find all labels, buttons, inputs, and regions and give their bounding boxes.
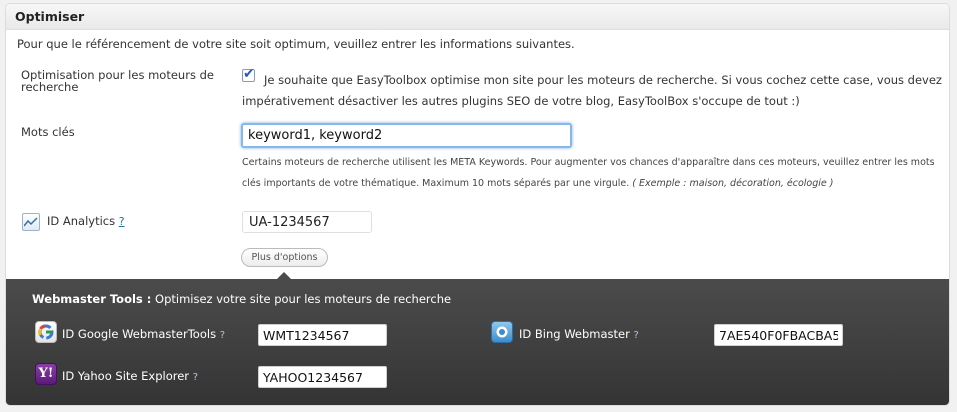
keywords-help: Certains moteurs de recherche utilisent … [242,152,942,194]
yahoo-label-row: ID Yahoo Site Explorer ? [62,369,198,383]
google-webmaster-input[interactable] [258,324,387,346]
more-options-button[interactable]: Plus d'options [241,248,328,267]
bing-label: ID Bing Webmaster [519,327,630,341]
webmaster-title: Webmaster Tools : Optimisez votre site p… [32,292,451,306]
keywords-label: Mots clés [21,125,75,139]
panel-title: Optimiser [6,4,949,30]
yahoo-site-explorer-input[interactable] [258,366,387,388]
google-label-row: ID Google WebmasterTools ? [62,327,225,341]
seo-description: Je souhaite que EasyToolbox optimise mon… [242,73,942,108]
analytics-label: ID Analytics [47,214,116,228]
intro-text: Pour que le référencement de votre site … [17,37,575,51]
bing-label-row: ID Bing Webmaster ? [519,327,639,341]
webmaster-title-bold: Webmaster Tools : [32,292,152,306]
webmaster-title-rest: Optimisez votre site pour les moteurs de… [151,292,452,306]
seo-checkbox[interactable]: ✔ [242,66,255,82]
keywords-example: ( Exemple : maison, décoration, écologie… [632,178,834,189]
bing-webmaster-input[interactable] [714,324,843,346]
bing-help-link[interactable]: ? [634,330,639,341]
analytics-id-input[interactable] [242,211,372,233]
yahoo-label: ID Yahoo Site Explorer [62,369,190,383]
yahoo-help-link[interactable]: ? [193,372,198,383]
google-label: ID Google WebmasterTools [62,327,217,341]
check-icon: ✔ [243,66,255,82]
analytics-label-row: ID Analytics ? [47,215,125,228]
google-help-link[interactable]: ? [220,330,225,341]
webmaster-tools-section: Webmaster Tools : Optimisez votre site p… [6,279,949,405]
bing-icon [491,321,513,343]
chart-line-icon [22,213,40,231]
optimiser-panel: Optimiser Pour que le référencement de v… [5,3,950,406]
analytics-help-link[interactable]: ? [119,215,125,228]
google-icon [35,321,57,343]
keywords-input[interactable] [241,123,572,148]
yahoo-icon: Y! [35,363,57,385]
seo-label: Optimisation pour les moteurs de recherc… [21,68,214,94]
